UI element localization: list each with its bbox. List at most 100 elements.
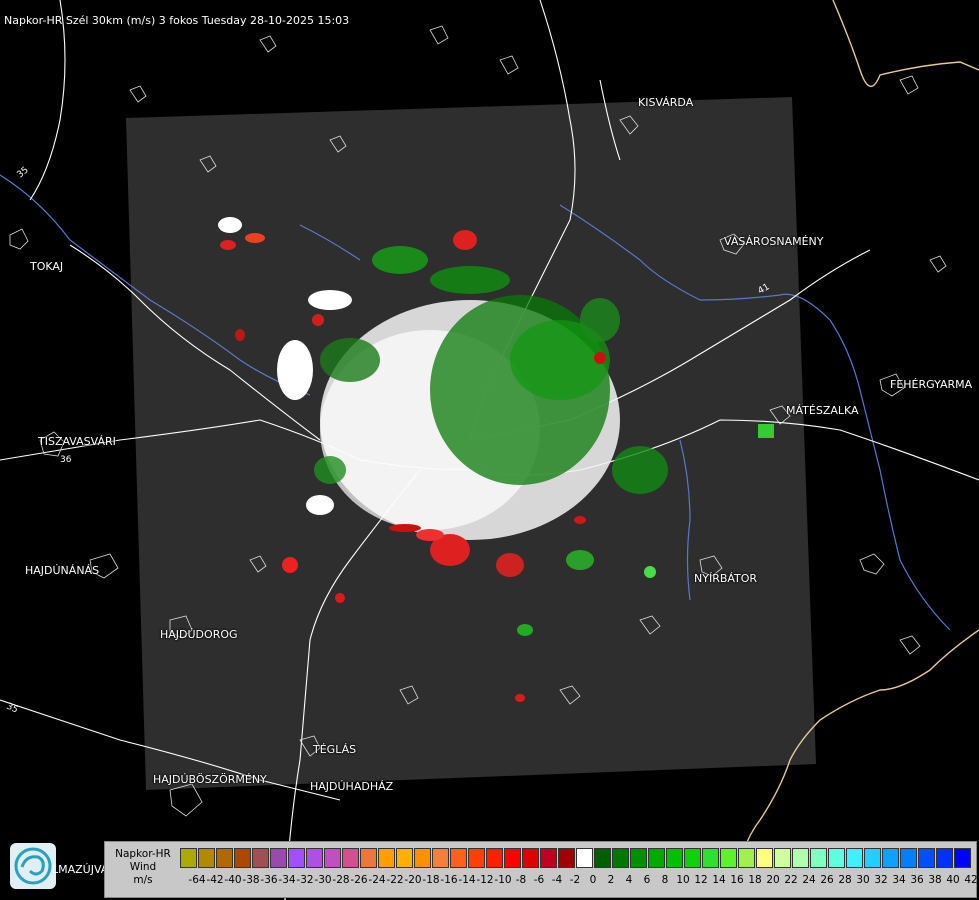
legend-swatch (774, 848, 791, 868)
map-title: Napkor-HR Szél 30km (m/s) 3 fokos Tuesda… (4, 14, 350, 27)
legend-swatch (180, 848, 197, 868)
legend-swatch (576, 848, 593, 868)
legend-swatch (288, 848, 305, 868)
legend-tick-label: 42 (964, 874, 978, 886)
legend-swatch (360, 848, 377, 868)
legend-swatch (882, 848, 899, 868)
legend-swatch (558, 848, 575, 868)
legend-tick-label: 28 (838, 874, 852, 886)
legend-tick-label: 16 (730, 874, 744, 886)
legend-tick-label: -28 (332, 874, 350, 886)
legend-unit: m/s (133, 874, 153, 886)
legend-tick-label: -18 (422, 874, 440, 886)
city-label-teglas: TÉGLÁS (313, 743, 357, 756)
legend-swatch (846, 848, 863, 868)
legend-variable: Wind (129, 861, 157, 873)
legend-swatch (450, 848, 467, 868)
legend-swatch (756, 848, 773, 868)
city-label-fehergyarmat: FEHÉRGYARMA (890, 378, 973, 391)
legend-swatch (432, 848, 449, 868)
legend-swatch (198, 848, 215, 868)
legend-swatch (540, 848, 557, 868)
legend-tick-label: 6 (643, 874, 651, 886)
legend-tick-label: -6 (533, 874, 545, 886)
legend-swatch (720, 848, 737, 868)
legend-tick-label: 2 (607, 874, 615, 886)
legend-tick-label: 8 (661, 874, 669, 886)
legend-tick-label: 24 (802, 874, 816, 886)
legend-tick-label: -14 (458, 874, 476, 886)
legend-tick-label: -36 (260, 874, 278, 886)
legend-swatch (810, 848, 827, 868)
legend-swatch (234, 848, 251, 868)
city-label-kisvarda: KISVÁRDA (638, 96, 694, 109)
legend-tick-label: 22 (784, 874, 798, 886)
legend-tick-label: -16 (440, 874, 458, 886)
legend-tick-label: 30 (856, 874, 870, 886)
legend-tick-label: -32 (296, 874, 314, 886)
legend-tick-label: -20 (404, 874, 422, 886)
legend-swatches (180, 848, 972, 868)
legend-tick-label: -2 (569, 874, 581, 886)
legend-tick-label: -10 (494, 874, 512, 886)
radar-map: 35 36 41 35 (0, 0, 979, 900)
legend-tick-label: 0 (589, 874, 597, 886)
legend-swatch (324, 848, 341, 868)
legend-tick-label: -26 (350, 874, 368, 886)
legend-swatch (594, 848, 611, 868)
legend-swatch (702, 848, 719, 868)
legend-swatch (918, 848, 935, 868)
legend-swatch (684, 848, 701, 868)
city-label-hajdunanas: HAJDÚNÁNÁS (25, 564, 100, 577)
legend-tick-label: 32 (874, 874, 888, 886)
legend-tick-label: 20 (766, 874, 780, 886)
legend-swatch (306, 848, 323, 868)
legend-tick-label: 40 (946, 874, 960, 886)
legend-swatch (792, 848, 809, 868)
city-label-mateszalka: MÁTÉSZALKA (786, 404, 859, 417)
legend-swatch (486, 848, 503, 868)
city-label-hajdudorog: HAJDÚDOROG (160, 628, 238, 641)
legend-tick-label: -30 (314, 874, 332, 886)
legend-swatch (954, 848, 971, 868)
legend-tick-label: -22 (386, 874, 404, 886)
legend-swatch (216, 848, 233, 868)
legend-swatch (396, 848, 413, 868)
legend-swatch (864, 848, 881, 868)
road-label-36: 36 (60, 455, 72, 465)
legend-source: Napkor-HR Wind m/s (107, 848, 179, 887)
legend-tick-label: 10 (676, 874, 690, 886)
legend-tick-label: 14 (712, 874, 726, 886)
legend-tick-label: 34 (892, 874, 906, 886)
city-label-nyirbator: NYÍRBÁTOR (694, 572, 758, 585)
legend-swatch (612, 848, 629, 868)
legend-swatch (468, 848, 485, 868)
legend-tick-label: -40 (224, 874, 242, 886)
legend-source-name: Napkor-HR (115, 848, 171, 860)
legend-tick-label: -42 (206, 874, 224, 886)
legend-swatch (666, 848, 683, 868)
legend-swatch (738, 848, 755, 868)
legend-swatch (648, 848, 665, 868)
legend-swatch (630, 848, 647, 868)
legend-swatch (828, 848, 845, 868)
legend-tick-label: 38 (928, 874, 942, 886)
legend-tick-label: -8 (515, 874, 527, 886)
legend-swatch (342, 848, 359, 868)
legend-swatch (900, 848, 917, 868)
legend-tick-label: 18 (748, 874, 762, 886)
legend-tick-label: 36 (910, 874, 924, 886)
legend-tick-label: -64 (188, 874, 206, 886)
swirl-logo-icon (10, 843, 56, 889)
wind-legend: Napkor-HR Wind m/s -64 -42 -40 -38 -36 -34 -32… (104, 841, 978, 898)
legend-tick-label: -34 (278, 874, 296, 886)
legend-tick-label: -38 (242, 874, 260, 886)
city-label-vasarosnameny: VÁSÁROSNAMÉNY (724, 235, 824, 248)
legend-swatch (504, 848, 521, 868)
legend-swatch (414, 848, 431, 868)
city-label-hajduhadhaz: HAJDÚHADHÁZ (310, 780, 394, 793)
legend-swatch (936, 848, 953, 868)
city-label-hajduboszormeny: HAJDÚBÖSZÖRMÉNY (153, 773, 267, 786)
legend-swatch (522, 848, 539, 868)
legend-tick-label: -12 (476, 874, 494, 886)
